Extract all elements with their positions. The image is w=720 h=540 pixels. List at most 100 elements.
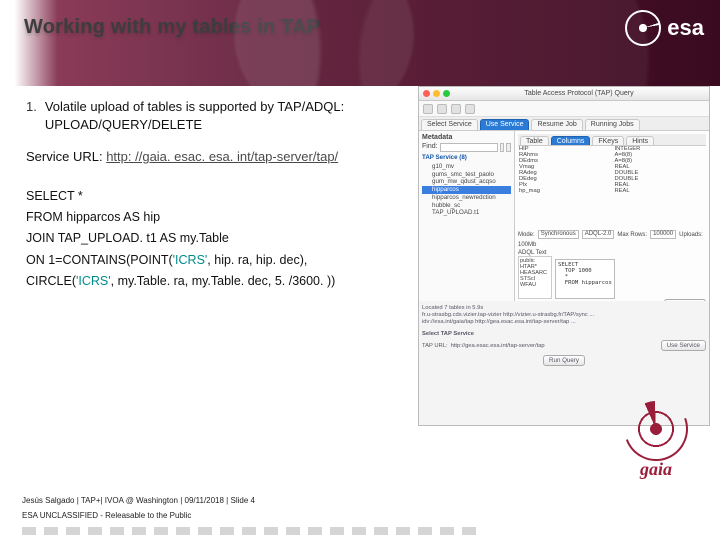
flag-icon — [242, 527, 256, 535]
gaia-logo: gaia — [616, 401, 696, 480]
close-icon[interactable] — [423, 90, 430, 97]
flag-icon — [22, 527, 36, 535]
columns-listing: HIP RAhms DEdms Vmag RAdeg DEdeg Plx hp_… — [518, 146, 706, 228]
sql-string-literal: 'ICRS' — [173, 253, 208, 267]
tab-select-service[interactable]: Select Service — [421, 119, 478, 130]
editor-side-tree[interactable]: public HTAR* HEASARC STScI WFAU — [518, 256, 552, 299]
schema-tab-bar: Table Columns FKeys Hints — [518, 134, 706, 146]
schema-tab-table[interactable]: Table — [520, 136, 549, 145]
zoom-icon[interactable] — [443, 90, 450, 97]
sql-line: CIRCLE('ICRS', my.Table. ra, my.Table. d… — [26, 273, 430, 290]
info-line: fr.u-strasbg.cds.vizier.tap-vizier http:… — [422, 312, 706, 318]
header-band: Working with my tables in TAP esa — [0, 0, 720, 86]
lang-select[interactable]: ADQL-2.0 — [582, 230, 615, 239]
maxrows-label: Max Rows: — [617, 232, 647, 238]
flag-icon — [352, 527, 366, 535]
info-panel: Located 7 tables in 5.9s fr.u-strasbg.cd… — [419, 301, 709, 367]
columns-left: HIP RAhms DEdms Vmag RAdeg DEdeg Plx hp_… — [518, 146, 611, 228]
sql-frag: CIRCLE( — [26, 274, 76, 288]
metadata-sidebar: Metadata Find: TAP Service (8) g10_mv gu… — [419, 131, 515, 301]
flag-icon — [66, 527, 80, 535]
service-url-label: Service URL: — [26, 149, 106, 164]
info-line: Located 7 tables in 5.9s — [422, 305, 706, 311]
minimize-icon[interactable] — [433, 90, 440, 97]
esa-logo: esa — [625, 10, 704, 46]
settings-icon[interactable] — [437, 104, 447, 114]
gaia-swirl-icon — [628, 401, 684, 457]
sql-line: SELECT * — [26, 188, 430, 205]
adql-editor[interactable]: SELECT TOP 1000 * FROM hipparcos — [555, 259, 615, 299]
tree-service-node[interactable]: TAP Service (8) — [422, 154, 511, 162]
flag-icon — [132, 527, 146, 535]
tab-resume-job[interactable]: Resume Job — [531, 119, 582, 130]
flag-icon — [176, 527, 190, 535]
flag-strip — [0, 527, 720, 535]
query-controls: Mode: Synchronous ADQL-2.0 Max Rows: 100… — [518, 230, 706, 248]
flag-icon — [440, 527, 454, 535]
flag-icon — [264, 527, 278, 535]
go-button[interactable]: Run Query — [543, 355, 585, 366]
page-title: Working with my tables in TAP — [24, 16, 320, 39]
item-text: Volatile upload of tables is supported b… — [45, 98, 430, 134]
tap-url-input[interactable]: http://gea.esac.esa.int/tap-server/tap — [451, 343, 658, 349]
side-node[interactable]: WFAU — [520, 282, 550, 288]
reload-icon[interactable] — [423, 104, 433, 114]
maxrows-input[interactable]: 100000 — [650, 230, 676, 239]
sql-frag: , hip. ra, hip. dec), — [207, 253, 307, 267]
col-type: REAL — [615, 188, 630, 194]
help-icon[interactable] — [451, 104, 461, 114]
sql-frag: ON 1=CONTAINS(POINT( — [26, 253, 173, 267]
slide-footer: Jesús Salgado | TAP+| IVOA @ Washington … — [22, 496, 698, 520]
flag-icon — [44, 527, 58, 535]
service-url-line: Service URL: http: //gaia. esac. esa. in… — [26, 148, 430, 166]
table-item[interactable]: hipparcos_newredction — [422, 194, 511, 202]
window-title: Table Access Protocol (TAP) Query — [524, 90, 633, 97]
service-url-link[interactable]: http: //gaia. esac. esa. int/tap-server/… — [106, 149, 338, 164]
tab-running-jobs[interactable]: Running Jobs — [585, 119, 640, 130]
sql-line: ON 1=CONTAINS(POINT('ICRS', hip. ra, hip… — [26, 252, 430, 269]
uploads-value: 100Mb — [518, 242, 536, 248]
metadata-label: Metadata — [422, 134, 511, 141]
flag-icon — [198, 527, 212, 535]
table-item[interactable]: g10_mv — [422, 163, 511, 171]
flag-icon — [462, 527, 476, 535]
top-tab-bar: Select Service Use Service Resume Job Ru… — [419, 117, 709, 131]
run-query-button[interactable]: Run Query — [664, 299, 706, 301]
schema-tab-hints[interactable]: Hints — [626, 136, 654, 145]
flag-icon — [308, 527, 322, 535]
flag-icon — [220, 527, 234, 535]
sql-line: FROM hipparcos AS hip — [26, 209, 430, 226]
screenshot-body: Metadata Find: TAP Service (8) g10_mv gu… — [419, 131, 709, 301]
topcat-screenshot: Table Access Protocol (TAP) Query Select… — [418, 86, 710, 426]
flag-icon — [418, 527, 432, 535]
find-next-icon[interactable] — [500, 143, 505, 152]
esa-logo-text: esa — [667, 15, 704, 41]
table-item[interactable]: gums_smc_test_paolo — [422, 171, 511, 179]
sql-frag: , my.Table. ra, my.Table. dec, 5. /3600.… — [111, 274, 336, 288]
slide: Working with my tables in TAP esa 1. Vol… — [0, 0, 720, 540]
mode-select[interactable]: Synchronous — [538, 230, 579, 239]
gaia-word: gaia — [640, 459, 672, 480]
table-item[interactable]: gum_mw_qdust_acqso — [422, 178, 511, 186]
close-tab-icon[interactable] — [465, 104, 475, 114]
table-item-selected[interactable]: hipparcos — [422, 186, 511, 194]
esa-orbit-icon — [625, 10, 661, 46]
table-item[interactable]: TAP_UPLOAD.t1 — [422, 209, 511, 217]
tap-url-row: TAP URL: http://gea.esac.esa.int/tap-ser… — [422, 340, 706, 351]
flag-icon — [330, 527, 344, 535]
footer-classification: ESA UNCLASSIFIED - Releasable to the Pub… — [22, 511, 698, 520]
table-item[interactable]: hubble_sc — [422, 202, 511, 210]
sql-block: SELECT * FROM hipparcos AS hip JOIN TAP_… — [26, 188, 430, 290]
tab-use-service[interactable]: Use Service — [480, 119, 530, 130]
mac-titlebar: Table Access Protocol (TAP) Query — [419, 87, 709, 101]
table-tree[interactable]: TAP Service (8) g10_mv gums_smc_test_pao… — [422, 154, 511, 217]
info-line: idv://esa.int/gaia/tap http://gea.esac.e… — [422, 319, 706, 325]
find-label: Find: — [422, 143, 438, 152]
schema-tab-fkeys[interactable]: FKeys — [592, 136, 624, 145]
content-column: 1. Volatile upload of tables is supporte… — [26, 98, 430, 294]
schema-tab-columns[interactable]: Columns — [551, 136, 591, 145]
find-input[interactable] — [440, 143, 498, 152]
col-name: hp_mag — [519, 188, 540, 194]
find-prev-icon[interactable] — [506, 143, 511, 152]
use-service-button[interactable]: Use Service — [661, 340, 706, 351]
